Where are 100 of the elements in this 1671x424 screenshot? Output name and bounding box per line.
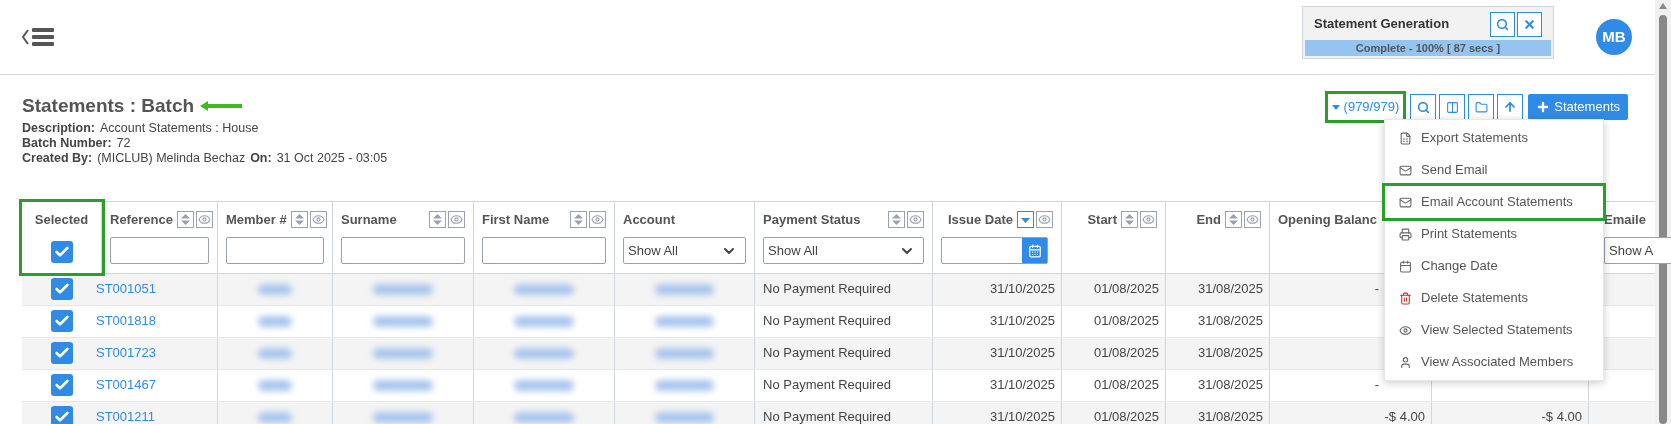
eye-icon [1399,323,1412,337]
menu-item[interactable]: Print Statements [1385,218,1603,250]
user-icon [1399,355,1412,369]
table-cell-text: - [1374,376,1379,395]
table-cell-text: 31/08/2025 [1197,280,1263,299]
column-title: Member # [226,210,287,229]
menu-collapse-icon[interactable] [20,26,56,48]
check-icon [54,345,70,361]
column-title: Start [1087,210,1117,229]
filter-dropdown[interactable]: Show All [763,237,924,264]
menu-item[interactable]: Export Statements [1385,122,1603,154]
eye-icon[interactable] [195,210,213,228]
trash-icon [1399,291,1412,305]
checkbox[interactable] [50,241,73,263]
sort-icon[interactable] [1225,210,1242,228]
table-cell-text: - [1374,280,1379,299]
plus-icon [1536,100,1551,114]
folder-icon [1474,100,1488,114]
page-title: Statements : Batch [22,94,195,118]
filter-field[interactable] [226,237,324,264]
table-cell-text: No Payment Required [763,312,891,331]
user-avatar[interactable]: MB [1596,19,1632,55]
sort-icon[interactable] [570,210,587,228]
search-icon [1416,100,1430,114]
menu-item[interactable]: Email Account Statements [1385,186,1603,218]
detail-label: Description: [22,120,95,136]
checkbox[interactable] [51,406,73,424]
column-title: Surname [341,210,397,229]
progress-status: Complete - 100% [ 87 secs ] [1354,40,1502,56]
sort-icon[interactable] [176,210,194,228]
eye-icon[interactable] [1036,210,1053,228]
column-title: Issue Date [947,210,1013,229]
columns-icon [1445,100,1459,114]
checkbox[interactable] [51,310,73,332]
scrollbar[interactable] [1655,0,1671,424]
check-icon [54,281,70,297]
detail-value: 31 Oct 2025 - 03:05 [276,150,388,166]
date-field[interactable] [941,237,1048,264]
eye-icon[interactable] [448,210,465,228]
spreadsheet-icon [1399,131,1412,145]
column-title: Payment Status [763,210,861,229]
reference-link[interactable]: ST001818 [96,311,156,331]
table-cell-text: 31/10/2025 [989,312,1055,331]
checkbox[interactable] [51,278,73,300]
table-cell-text: 31/08/2025 [1197,408,1263,424]
filter-dropdown[interactable]: Show All [623,237,746,264]
scroll-up-icon[interactable] [1659,3,1667,9]
menu-item[interactable]: Change Date [1385,250,1603,282]
eye-icon[interactable] [589,210,606,228]
eye-icon[interactable] [907,210,924,228]
sort-icon[interactable] [1017,210,1034,228]
filter-field[interactable] [482,237,606,264]
eye-icon[interactable] [1244,210,1261,228]
filter-dropdown[interactable]: Show A [1604,237,1671,264]
table-cell-text: 31/10/2025 [989,376,1055,395]
column-title: Account [623,210,675,229]
sort-icon[interactable] [888,210,905,228]
table-cell-text: 31/08/2025 [1197,376,1263,395]
printer-icon [1399,227,1412,241]
envelope-icon [1399,195,1412,209]
checkbox[interactable] [51,342,73,364]
column-title: Opening Balanc [1278,210,1377,229]
column-title: First Name [482,210,550,229]
table-cell-text: 31/10/2025 [989,280,1055,299]
eye-icon[interactable] [309,210,327,228]
caret-icon [1331,104,1340,110]
job-title: Statement Generation [1314,15,1451,34]
sort-icon[interactable] [1121,210,1138,228]
menu-item[interactable]: Delete Statements [1385,282,1603,314]
menu-item[interactable]: Send Email [1385,154,1603,186]
column-title: Emaile [1604,210,1646,229]
eye-icon[interactable] [1140,210,1157,228]
count-dropdown[interactable]: (979/979) [1327,94,1404,120]
close-button[interactable] [1517,11,1542,37]
sort-icon[interactable] [290,210,308,228]
calendar-icon [1399,259,1412,273]
check-icon [54,377,70,393]
menu-item[interactable]: View Selected Statements [1385,314,1603,346]
search-button[interactable] [1490,11,1515,37]
envelope-icon [1399,163,1412,177]
reference-link[interactable]: ST001467 [96,375,156,395]
table-cell-text: No Payment Required [763,408,891,424]
menu-item[interactable]: View Associated Members [1385,346,1603,378]
filter-field[interactable] [110,237,209,264]
check-icon [54,409,70,424]
calendar-button[interactable] [1022,238,1047,263]
check-icon [54,313,70,329]
sort-icon[interactable] [429,210,446,228]
table-cell-text: 01/08/2025 [1093,280,1159,299]
detail-value: (MICLUB) Melinda Bechaz [97,150,246,166]
table-cell-text: 01/08/2025 [1093,344,1159,363]
table-cell-text: 31/10/2025 [989,408,1055,424]
table-cell-text: 31/08/2025 [1197,344,1263,363]
table-cell-text: No Payment Required [763,376,891,395]
table-cell-text: 01/08/2025 [1093,408,1159,424]
add-statements-button[interactable]: Statements [1528,94,1628,120]
filter-field[interactable] [341,237,465,264]
table-cell-text: 01/08/2025 [1093,312,1159,331]
table-cell-text: -$ 4.00 [1384,408,1425,424]
checkbox[interactable] [51,374,73,396]
